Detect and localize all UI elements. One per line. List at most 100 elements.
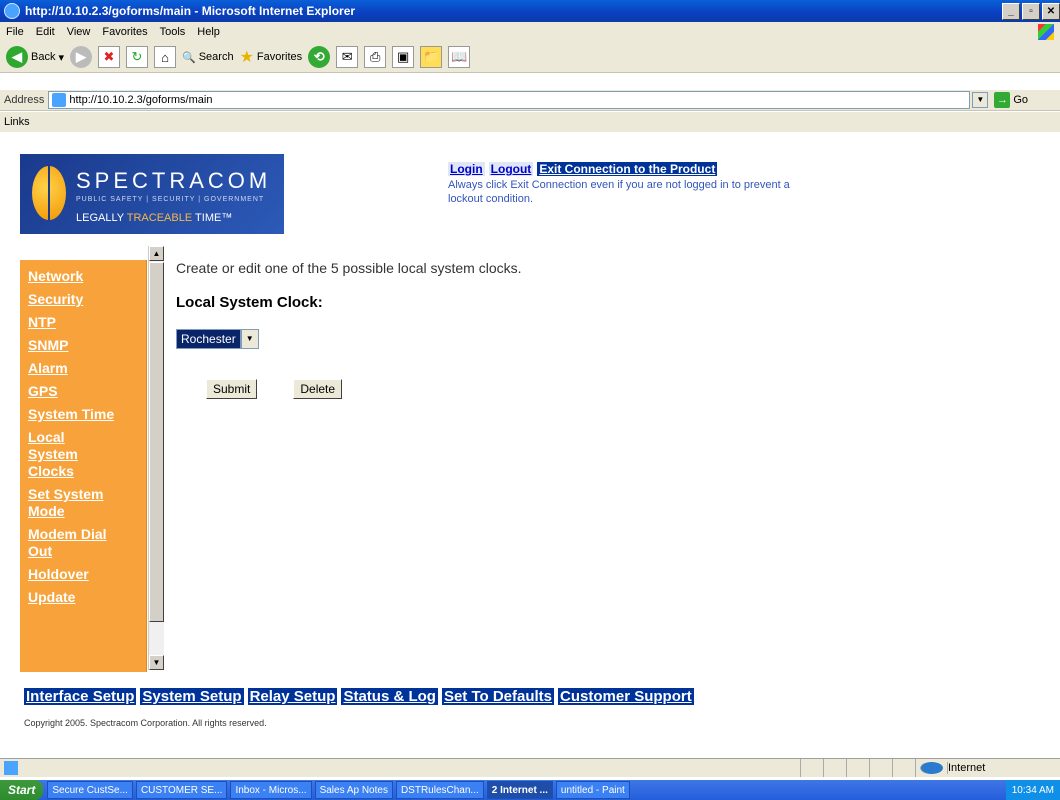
back-button[interactable]: ◀ Back ▾ [6, 46, 64, 68]
status-cell [846, 759, 869, 777]
clock-select[interactable]: Rochester ▼ [176, 329, 522, 349]
scroll-down-icon[interactable]: ▼ [149, 655, 164, 670]
sidebar-item-local-system-clocks[interactable]: Local System Clocks [20, 429, 96, 480]
menu-edit[interactable]: Edit [30, 26, 61, 38]
sidebar-item-modem-dial-out[interactable]: Modem Dial Out [20, 526, 136, 560]
scroll-up-icon[interactable]: ▲ [149, 246, 164, 261]
bottom-nav: Interface Setup System Setup Relay Setup… [24, 688, 694, 705]
task-button[interactable]: Sales Ap Notes [314, 781, 393, 799]
task-button[interactable]: DSTRulesChan... [395, 781, 484, 799]
history-button[interactable]: ⟲ [308, 46, 331, 68]
clock-text: 10:34 AM [1011, 784, 1054, 796]
sidebar-item-ntp[interactable]: NTP [20, 314, 146, 331]
start-label: Start [8, 783, 36, 797]
clock-select-value: Rochester [176, 329, 241, 349]
menu-help[interactable]: Help [191, 26, 226, 38]
folder-button[interactable]: 📁 [420, 46, 443, 68]
home-icon: ⌂ [154, 46, 176, 68]
address-url: http://10.10.2.3/goforms/main [69, 94, 213, 106]
address-dropdown[interactable]: ▼ [972, 92, 989, 108]
close-button[interactable]: ✕ [1042, 3, 1060, 20]
exit-connection-link[interactable]: Exit Connection to the Product [537, 162, 718, 176]
page-icon [52, 93, 67, 107]
favorites-label: Favorites [256, 51, 303, 63]
maximize-button[interactable]: ▫ [1022, 3, 1040, 20]
edit-button[interactable]: ▣ [392, 46, 415, 68]
window-title: http://10.10.2.3/goforms/main - Microsof… [25, 4, 356, 18]
home-button[interactable]: ⌂ [154, 46, 176, 68]
scroll-thumb[interactable] [149, 262, 164, 622]
logo-tag-b: TRACEABLE [126, 212, 193, 224]
nav-interface-setup[interactable]: Interface Setup [24, 688, 137, 705]
go-button[interactable]: → Go [994, 92, 1028, 108]
search-button[interactable]: 🔍 Search [182, 51, 234, 64]
sidebar-scrollbar[interactable]: ▲ ▼ [148, 246, 164, 670]
task-button[interactable]: CUSTOMER SE... [135, 781, 228, 799]
page-content: SPECTRACOM PUBLIC SAFETY | SECURITY | GO… [0, 132, 1060, 752]
mail-button[interactable]: ✉ [336, 46, 359, 68]
logo-wordmark: SPECTRACOM [76, 168, 272, 193]
search-label: Search [198, 51, 234, 63]
logo-orb-icon [32, 166, 66, 220]
nav-relay-setup[interactable]: Relay Setup [247, 688, 338, 705]
sidebar-item-snmp[interactable]: SNMP [20, 337, 146, 354]
favorites-button[interactable]: ★ Favorites [240, 47, 303, 67]
sidebar-item-gps[interactable]: GPS [20, 383, 146, 400]
nav-status-log[interactable]: Status & Log [341, 688, 438, 705]
menu-bar: File Edit View Favorites Tools Help [0, 22, 1060, 43]
menu-view[interactable]: View [61, 26, 97, 38]
forward-button[interactable]: ▶ [70, 46, 92, 68]
links-label[interactable]: Links [0, 116, 30, 128]
history-icon: ⟲ [308, 46, 331, 68]
logo-tag-a: LEGALLY [76, 212, 127, 224]
sidebar-item-update[interactable]: Update [20, 589, 146, 606]
research-icon: 📖 [448, 46, 471, 68]
login-link[interactable]: Login [448, 162, 485, 176]
task-button[interactable]: Secure CustSe... [47, 781, 133, 799]
top-nav: Login Logout Exit Connection to the Prod… [448, 162, 808, 206]
intro-text: Create or edit one of the 5 possible loc… [176, 260, 522, 276]
status-cell [892, 759, 915, 777]
back-label: Back [31, 51, 56, 63]
toolbar: ◀ Back ▾ ▶ ✖ ↻ ⌂ 🔍 Search ★ Favorites ⟲ … [0, 42, 1060, 73]
search-icon: 🔍 [182, 51, 196, 64]
edit-icon: ▣ [392, 46, 415, 68]
nav-system-setup[interactable]: System Setup [140, 688, 244, 705]
sidebar-item-network[interactable]: Network [20, 268, 146, 285]
logout-link[interactable]: Logout [488, 162, 534, 176]
refresh-button[interactable]: ↻ [126, 46, 148, 68]
address-input[interactable]: http://10.10.2.3/goforms/main [48, 91, 971, 109]
start-button[interactable]: Start [0, 780, 44, 800]
mail-icon: ✉ [336, 46, 359, 68]
research-button[interactable]: 📖 [448, 46, 471, 68]
nav-set-to-defaults[interactable]: Set To Defaults [441, 688, 555, 705]
logo-tagline: LEGALLY TRACEABLE TIME™ [76, 212, 232, 224]
nav-customer-support[interactable]: Customer Support [558, 688, 694, 705]
folder-icon: 📁 [420, 46, 443, 68]
minimize-button[interactable]: _ [1002, 3, 1020, 20]
menu-favorites[interactable]: Favorites [96, 26, 153, 38]
task-button[interactable]: Inbox - Micros... [230, 781, 312, 799]
chevron-down-icon: ▼ [240, 329, 259, 349]
globe-icon [920, 762, 943, 774]
status-cell [800, 759, 823, 777]
sidebar-item-holdover[interactable]: Holdover [20, 566, 146, 583]
ie-icon [4, 3, 20, 19]
menu-tools[interactable]: Tools [154, 26, 192, 38]
delete-button[interactable]: Delete [293, 379, 343, 399]
sidebar-item-alarm[interactable]: Alarm [20, 360, 146, 377]
refresh-icon: ↻ [126, 46, 148, 68]
sidebar-item-set-system-mode[interactable]: Set System Mode [20, 486, 136, 520]
sidebar-item-security[interactable]: Security [20, 291, 146, 308]
sidebar: Network Security NTP SNMP Alarm GPS Syst… [20, 260, 147, 672]
sidebar-item-system-time[interactable]: System Time [20, 406, 146, 423]
menu-file[interactable]: File [0, 26, 30, 38]
star-icon: ★ [239, 49, 254, 66]
submit-button[interactable]: Submit [206, 379, 258, 399]
stop-button[interactable]: ✖ [98, 46, 120, 68]
task-button[interactable]: untitled - Paint [555, 781, 630, 799]
print-button[interactable]: ⎙ [364, 46, 387, 68]
logo-subline: PUBLIC SAFETY | SECURITY | GOVERNMENT [76, 196, 265, 203]
windows-logo-icon [1038, 24, 1054, 40]
task-button[interactable]: 2 Internet ... [486, 781, 553, 799]
